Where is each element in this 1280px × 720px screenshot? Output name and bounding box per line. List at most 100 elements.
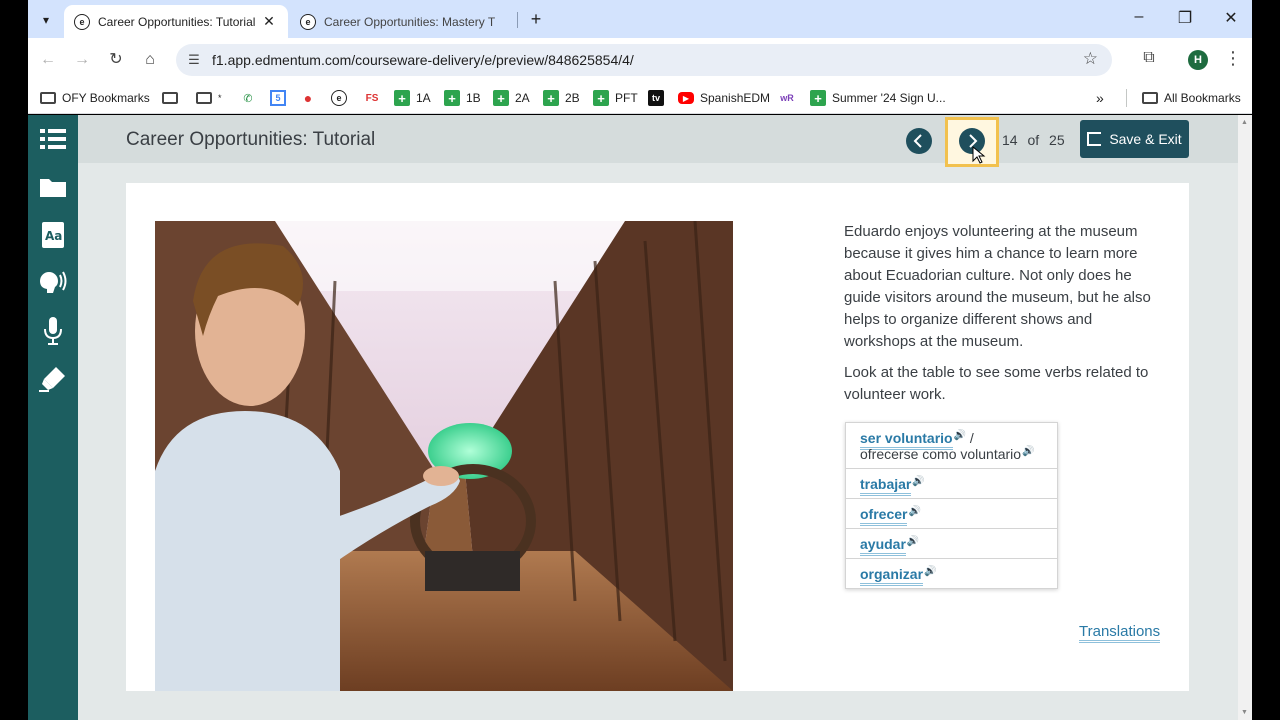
bookmark-label: 1B bbox=[466, 91, 481, 105]
sheets-icon: + bbox=[493, 90, 509, 106]
list-menu-icon[interactable] bbox=[37, 123, 69, 155]
sheets-icon: + bbox=[810, 90, 826, 106]
calendar-icon: 5 bbox=[270, 90, 286, 106]
microphone-icon[interactable] bbox=[37, 315, 69, 347]
translations-link[interactable]: Translations bbox=[1079, 623, 1161, 643]
bookmark-label: 1A bbox=[416, 91, 431, 105]
page-scrollbar[interactable]: ▲ ▼ bbox=[1238, 115, 1252, 720]
bookmark-wr[interactable]: wR bbox=[779, 88, 801, 108]
verb-link-ayudar[interactable]: ayudar bbox=[860, 536, 906, 556]
bookmark-ofy[interactable]: OFY Bookmarks bbox=[40, 88, 150, 108]
chevron-left-icon bbox=[913, 134, 922, 148]
current-page: 14 bbox=[1002, 132, 1018, 148]
bookmark-1a[interactable]: +1A bbox=[394, 88, 431, 108]
bookmark-label: Summer '24 Sign U... bbox=[832, 91, 946, 105]
bookmark-pft[interactable]: + PFT bbox=[593, 88, 638, 108]
sheets-icon: + bbox=[593, 90, 609, 106]
text-icon: FS bbox=[365, 92, 379, 104]
close-icon[interactable]: ✕ bbox=[260, 13, 278, 30]
museum-volunteer-photo bbox=[155, 221, 733, 691]
bookmark-fs[interactable]: FS bbox=[364, 88, 386, 108]
bookmark-2b[interactable]: +2B bbox=[543, 88, 580, 108]
bookmark-star-icon[interactable]: ☆ bbox=[1083, 49, 1098, 69]
edmentum-icon: e bbox=[331, 90, 347, 106]
reload-icon[interactable]: ↻ bbox=[104, 48, 128, 72]
speaker-icon[interactable]: 🔊 bbox=[912, 476, 924, 487]
forward-arrow-icon[interactable]: → bbox=[70, 48, 94, 72]
save-exit-button[interactable]: Save & Exit bbox=[1080, 120, 1189, 158]
svg-text:Aa: Aa bbox=[45, 229, 62, 243]
more-bookmarks-chevron-icon[interactable]: » bbox=[1096, 88, 1104, 108]
bookmark-calendar[interactable]: 5 bbox=[270, 88, 292, 108]
url-text: f1.app.edmentum.com/courseware-delivery/… bbox=[212, 52, 634, 68]
tools-sidebar: Aa bbox=[28, 115, 78, 720]
previous-page-button[interactable] bbox=[906, 128, 932, 154]
verb-link-trabajar[interactable]: trabajar bbox=[860, 476, 912, 496]
text-to-speech-icon[interactable] bbox=[37, 265, 69, 297]
menu-kebab-icon[interactable]: ⋮ bbox=[1224, 48, 1242, 69]
speaker-icon[interactable]: 🔊 bbox=[1022, 446, 1034, 457]
verb-link-ofrecer[interactable]: ofrecer bbox=[860, 506, 908, 526]
sheets-icon: + bbox=[543, 90, 559, 106]
bookmark-label: 2B bbox=[565, 91, 580, 105]
bookmark-spanishedm[interactable]: ▶ SpanishEDM bbox=[678, 88, 770, 108]
highlighter-icon[interactable] bbox=[37, 363, 69, 395]
bookmark-label: OFY Bookmarks bbox=[62, 91, 150, 105]
scroll-up-arrow-icon[interactable]: ▲ bbox=[1241, 119, 1248, 126]
bookmarks-bar: OFY Bookmarks * ✆ 5 ● e FS +1A +1B +2A +… bbox=[28, 82, 1252, 114]
tab-search-chevron-icon[interactable]: ▾ bbox=[34, 8, 58, 32]
home-icon[interactable]: ⌂ bbox=[138, 48, 162, 72]
tv-icon: tv bbox=[648, 90, 664, 106]
bookmark-phone[interactable]: ✆ bbox=[240, 88, 262, 108]
page-of: of bbox=[1027, 132, 1040, 148]
bookmarks-divider bbox=[1126, 89, 1127, 107]
bookmark-summer-signup[interactable]: + Summer '24 Sign U... bbox=[810, 88, 946, 108]
speaker-icon[interactable]: 🔊 bbox=[954, 430, 966, 441]
scroll-down-arrow-icon[interactable]: ▼ bbox=[1241, 709, 1248, 716]
verb-link-organizar[interactable]: organizar bbox=[860, 566, 924, 586]
mouse-cursor-icon bbox=[972, 146, 986, 164]
sheets-icon: + bbox=[394, 90, 410, 106]
bookmark-tv[interactable]: tv bbox=[648, 88, 670, 108]
site-settings-icon[interactable]: ☰ bbox=[176, 52, 212, 68]
address-bar[interactable]: ☰ f1.app.edmentum.com/courseware-deliver… bbox=[176, 44, 1112, 76]
speaker-icon[interactable]: 🔊 bbox=[924, 566, 936, 577]
minimize-icon[interactable]: – bbox=[1124, 8, 1154, 26]
tab-divider bbox=[517, 12, 518, 28]
phone-icon: ✆ bbox=[243, 92, 253, 105]
new-tab-plus-icon[interactable]: + bbox=[524, 8, 548, 32]
speaker-icon[interactable]: 🔊 bbox=[908, 506, 920, 517]
bookmark-edmentum[interactable]: e bbox=[331, 88, 353, 108]
speaker-icon[interactable]: 🔊 bbox=[907, 536, 919, 547]
table-row: trabajar🔊 bbox=[846, 469, 1057, 499]
lesson-paragraph: Eduardo enjoys volunteering at the museu… bbox=[844, 223, 1151, 350]
tab-title: Career Opportunities: Mastery T bbox=[324, 14, 496, 29]
verbs-table: ser voluntario🔊 / ofrecerse como volunta… bbox=[845, 422, 1058, 589]
bookmark-2a[interactable]: +2A bbox=[493, 88, 530, 108]
wr-icon: wR bbox=[780, 93, 794, 103]
tab-career-mastery[interactable]: e Career Opportunities: Mastery T bbox=[290, 5, 514, 38]
youtube-icon: ▶ bbox=[678, 92, 694, 104]
window-close-icon[interactable]: ✕ bbox=[1216, 8, 1246, 28]
verb-text-ofrecerse: ofrecerse como voluntario bbox=[860, 446, 1022, 462]
tutorial-app: Career Opportunities: Tutorial 14 of 25 … bbox=[78, 115, 1238, 720]
save-exit-label: Save & Exit bbox=[1109, 131, 1182, 147]
restore-icon[interactable]: ❐ bbox=[1170, 8, 1200, 28]
extensions-puzzle-icon[interactable]: ⧉ bbox=[1138, 49, 1160, 71]
folder-icon[interactable] bbox=[37, 171, 69, 203]
tab-title: Career Opportunities: Tutorial bbox=[98, 14, 256, 29]
back-arrow-icon[interactable]: ← bbox=[36, 48, 60, 72]
profile-avatar[interactable]: H bbox=[1188, 50, 1208, 70]
table-row: ser voluntario🔊 / ofrecerse como volunta… bbox=[846, 423, 1057, 469]
exit-door-icon bbox=[1087, 132, 1102, 146]
dictionary-icon[interactable]: Aa bbox=[37, 219, 69, 251]
bookmark-apple[interactable]: ● bbox=[300, 88, 322, 108]
bookmark-1b[interactable]: +1B bbox=[444, 88, 481, 108]
bookmark-folder[interactable] bbox=[162, 88, 184, 108]
table-row: ayudar🔊 bbox=[846, 529, 1057, 559]
tab-career-tutorial[interactable]: e Career Opportunities: Tutorial ✕ bbox=[64, 5, 288, 38]
all-bookmarks[interactable]: All Bookmarks bbox=[1142, 88, 1241, 108]
lesson-card: Eduardo enjoys volunteering at the museu… bbox=[126, 183, 1189, 691]
bookmark-folder-star[interactable]: * bbox=[196, 88, 222, 108]
browser-toolbar: ← → ↻ ⌂ ☰ f1.app.edmentum.com/courseware… bbox=[28, 38, 1252, 82]
